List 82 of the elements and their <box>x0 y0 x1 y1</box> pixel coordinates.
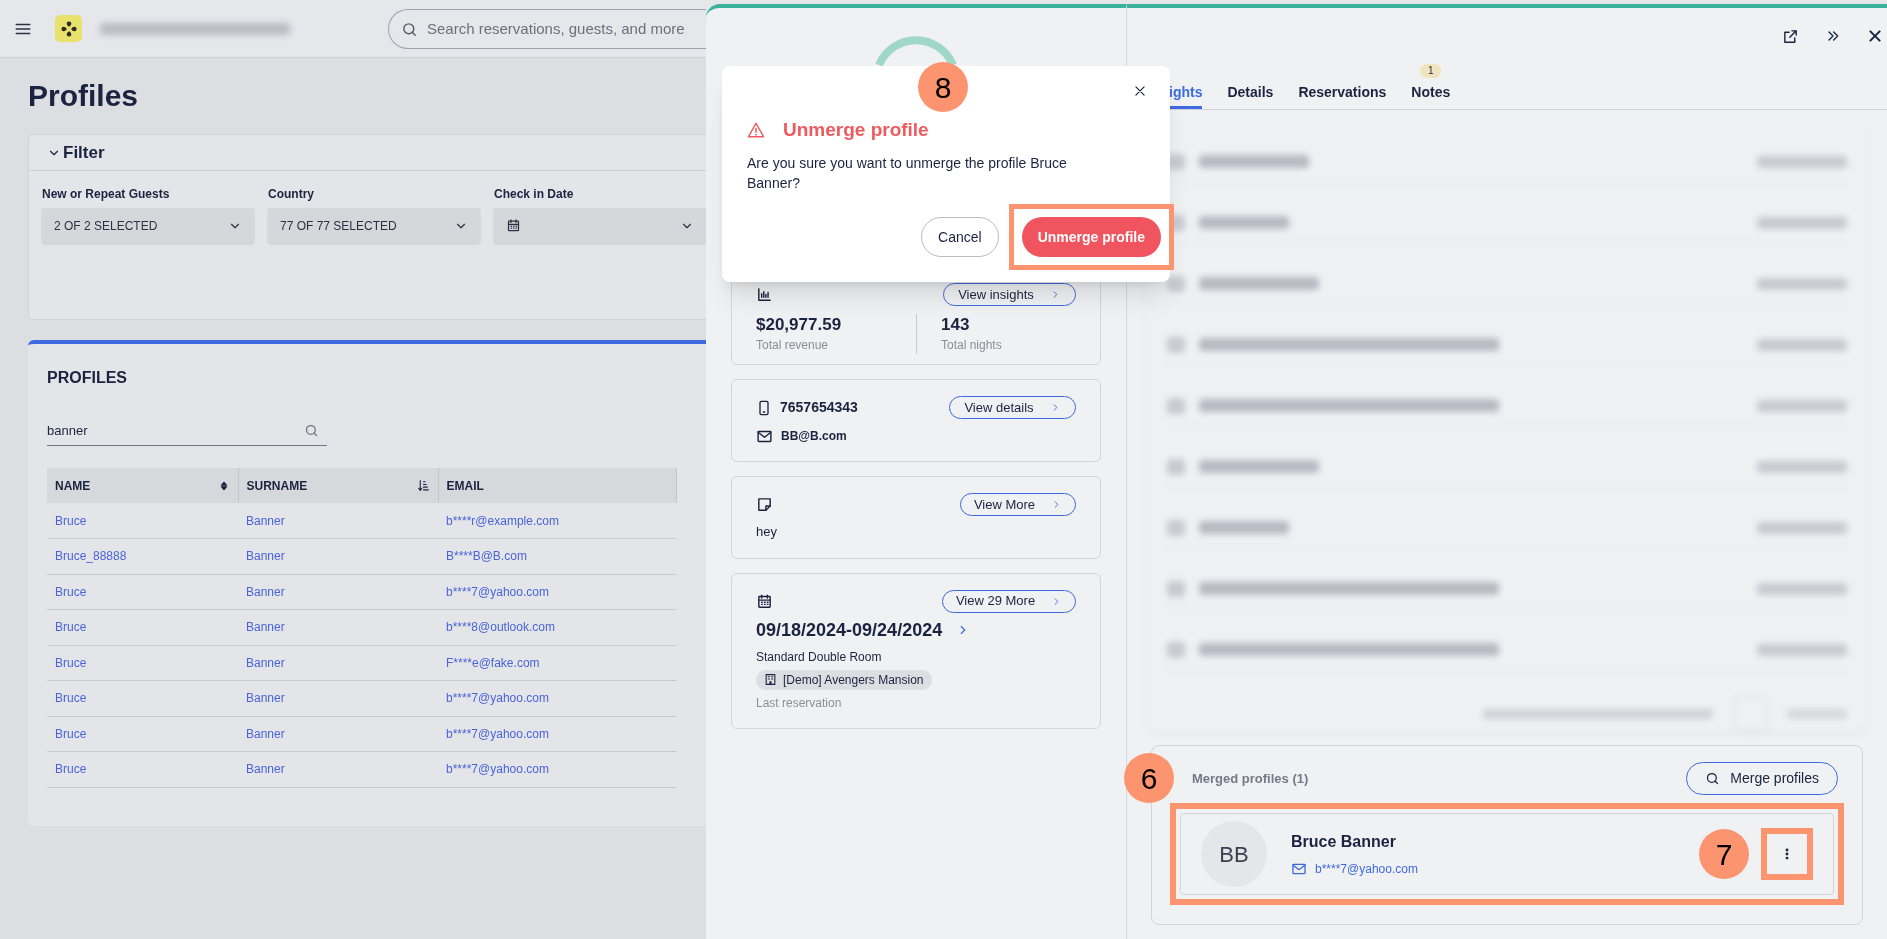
table-link[interactable]: Banner <box>246 549 285 564</box>
date-range: 09/18/2024-09/24/2024 <box>756 618 943 642</box>
search-field[interactable]: banner <box>47 416 327 446</box>
external-link-icon <box>1782 27 1799 45</box>
table-link[interactable]: Bruce <box>55 584 87 599</box>
table-link[interactable]: b****7@yahoo.com <box>446 762 549 777</box>
building-icon <box>764 673 777 686</box>
table-link[interactable]: Banner <box>246 691 285 706</box>
table-link[interactable]: b****8@outlook.com <box>446 620 555 635</box>
section-title: PROFILES <box>47 368 128 388</box>
table-link[interactable]: b****r@example.com <box>446 513 559 528</box>
field-label: New or Repeat Guests <box>42 186 171 203</box>
note-text: hey <box>756 523 778 541</box>
cancel-button[interactable]: Cancel <box>921 217 999 257</box>
tab[interactable]: Reservations <box>1298 79 1387 109</box>
section-title: Merged profiles (1) <box>1192 769 1309 788</box>
caption-text: Last reservation <box>756 694 843 712</box>
dialog-message: Are you sure you want to unmerge the profile Bruce Banner? <box>747 153 1068 193</box>
property-tag: [Demo] Avengers Mansion <box>756 669 932 690</box>
table-link[interactable]: Banner <box>246 762 285 777</box>
stat-value: $20,977.59 <box>756 314 843 336</box>
column-header[interactable]: SURNAME <box>238 468 438 503</box>
table-link[interactable]: b****7@yahoo.com <box>446 691 549 706</box>
more-options-button[interactable] <box>1761 828 1813 880</box>
dropdown[interactable]: 77 OF 77 SELECTED <box>268 208 480 243</box>
search-field[interactable]: Search reservations, guests, and more <box>388 8 706 49</box>
table-link[interactable]: Bruce <box>55 513 87 528</box>
field-label: Country <box>268 186 315 203</box>
phone-icon <box>756 398 772 417</box>
table-link[interactable]: Banner <box>246 726 285 741</box>
table-link[interactable]: Banner <box>246 584 285 599</box>
table-link[interactable]: Bruce <box>55 655 87 670</box>
table-link[interactable]: b****7@yahoo.com <box>446 584 549 599</box>
column-header[interactable]: EMAIL <box>438 468 677 503</box>
table-link[interactable]: Bruce <box>55 620 87 635</box>
table-link[interactable]: Banner <box>246 513 285 528</box>
dialog-title: Unmerge profile <box>783 118 929 142</box>
sort-ascending-icon <box>416 479 430 492</box>
avatar: BB <box>1201 821 1267 887</box>
phone-number: 7657654343 <box>780 398 858 417</box>
unmerge-button[interactable]: Unmerge profile <box>1021 217 1161 257</box>
count-badge: 1 <box>1420 64 1442 78</box>
table-link[interactable]: Banner <box>246 620 285 635</box>
dropdown[interactable] <box>494 208 706 243</box>
column-header[interactable]: NAME <box>47 468 238 503</box>
table-link[interactable]: Bruce <box>55 726 87 741</box>
calendar-icon <box>756 592 773 610</box>
close-icon <box>1867 28 1883 44</box>
dropdown[interactable]: 2 OF 2 SELECTED <box>42 208 254 243</box>
profile-name: Bruce Banner <box>1291 832 1397 852</box>
table-link[interactable]: Bruce_88888 <box>55 549 127 564</box>
tab[interactable]: Notes <box>1411 79 1451 109</box>
table-link[interactable]: B****B@B.com <box>446 549 527 564</box>
step-marker: 6 <box>1124 753 1174 803</box>
step-marker: 7 <box>1699 829 1749 879</box>
search-icon <box>401 20 418 38</box>
search-icon <box>304 423 319 438</box>
stat-label: Total revenue <box>756 337 830 354</box>
close-icon <box>1133 84 1147 98</box>
mail-icon <box>1291 861 1307 877</box>
note-icon <box>756 496 773 513</box>
tab[interactable]: Details <box>1227 79 1274 109</box>
email-link[interactable]: b****7@yahoo.com <box>1315 860 1418 878</box>
field-label: Check in Date <box>494 186 575 203</box>
email-text: BB@B.com <box>781 428 847 445</box>
bar-chart-icon <box>756 286 773 303</box>
calendar-icon <box>506 218 521 233</box>
filter-title: Filter <box>63 141 105 164</box>
logo-icon <box>55 15 82 42</box>
table-link[interactable]: b****7@yahoo.com <box>446 726 549 741</box>
merged-profile-item[interactable]: BB Bruce Banner b****7@yahoo.com 7 <box>1180 813 1834 895</box>
stat-label: Total nights <box>941 337 1002 354</box>
warning-icon <box>747 121 765 140</box>
step-marker: 8 <box>918 62 968 112</box>
page-title: Profiles <box>28 78 139 114</box>
room-type: Standard Double Room <box>756 648 883 666</box>
table-link[interactable]: F****e@fake.com <box>446 655 540 670</box>
search-icon <box>1705 771 1721 786</box>
table-link[interactable]: Bruce <box>55 762 87 777</box>
stat-value: 143 <box>941 314 971 336</box>
table-link[interactable]: Banner <box>246 655 285 670</box>
table-link[interactable]: Bruce <box>55 691 87 706</box>
